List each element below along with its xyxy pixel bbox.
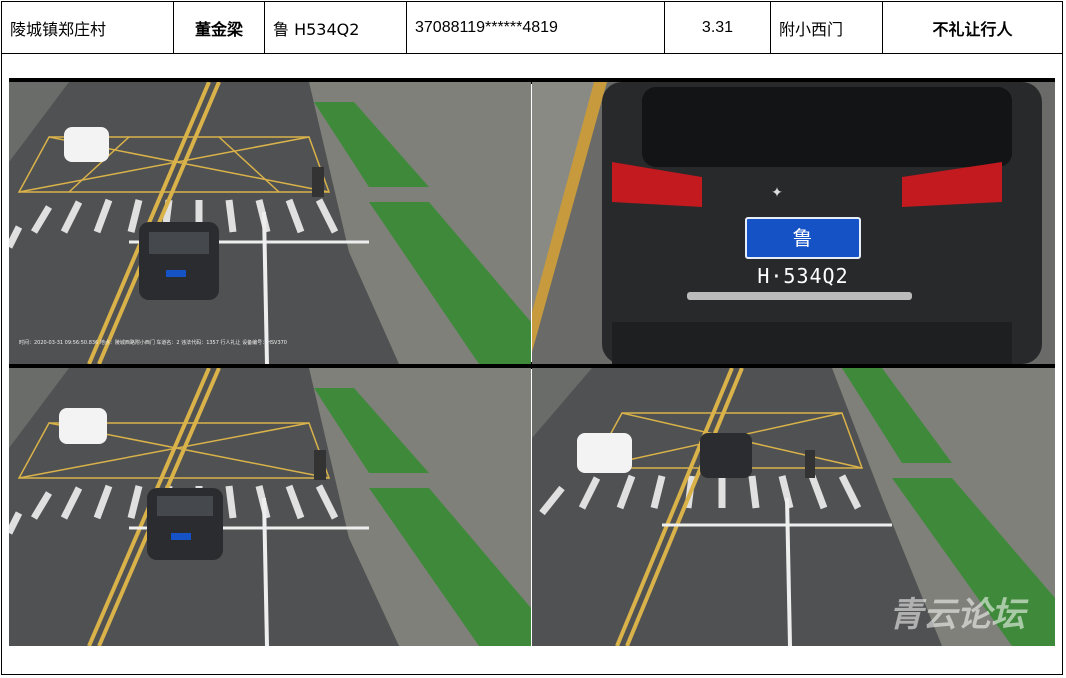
plate-number-cell: 鲁 H534Q2 — [264, 1, 407, 54]
svg-text:✦: ✦ — [771, 185, 783, 201]
vehicle-closeup-photo: ✦ 鲁H·534Q2 — [532, 82, 1055, 364]
violation-cell: 不礼让行人 — [882, 1, 1063, 54]
date-cell: 3.31 — [664, 1, 771, 54]
watermark: 青云论坛 — [889, 595, 1025, 635]
record-table: 陵城镇郑庄村 董金梁 鲁 H534Q2 37088119******4819 3… — [1, 1, 1063, 54]
intersection-scene-2 — [9, 368, 531, 646]
svg-text:时间：2020-03-31 09:56:50.836 地点：: 时间：2020-03-31 09:56:50.836 地点：陵城西路附小西门 车… — [19, 339, 287, 346]
record-row: 陵城镇郑庄村 董金梁 鲁 H534Q2 37088119******4819 3… — [1, 1, 1063, 54]
id-number-cell: 37088119******4819 — [406, 1, 665, 54]
driver-name-cell: 董金梁 — [173, 1, 265, 54]
traffic-photo-2 — [9, 368, 531, 646]
location-cell: 附小西门 — [770, 1, 883, 54]
traffic-photo-1: 时间：2020-03-31 09:56:50.836 地点：陵城西路附小西门 车… — [9, 82, 531, 364]
traffic-photo-3: 青云论坛 — [532, 368, 1055, 646]
village-cell: 陵城镇郑庄村 — [1, 1, 174, 54]
intersection-scene-1: 时间：2020-03-31 09:56:50.836 地点：陵城西路附小西门 车… — [9, 82, 531, 364]
license-plate: 鲁H·534Q2 — [745, 217, 861, 288]
